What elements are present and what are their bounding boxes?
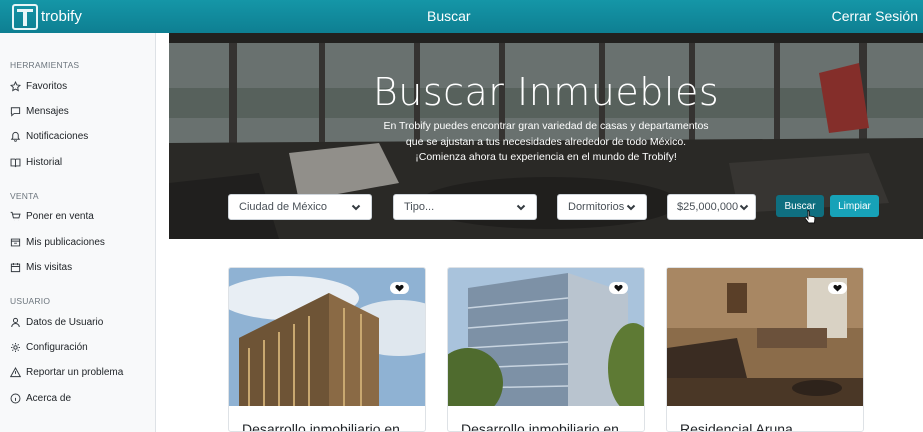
sidebar-item-label: Notificaciones <box>26 130 89 142</box>
star-icon <box>10 80 21 92</box>
property-card[interactable]: Desarrollo inmobiliario en <box>228 267 426 432</box>
inbox-icon <box>10 237 21 248</box>
sidebar-heading-venta: VENTA <box>10 191 39 201</box>
sidebar-item-acerca-de[interactable]: Acerca de <box>10 391 71 405</box>
city-select-value: Ciudad de México <box>239 201 328 213</box>
bell-icon <box>10 131 21 142</box>
property-card[interactable]: Desarrollo inmobiliario en <box>447 267 645 432</box>
sidebar-item-mis-visitas[interactable]: Mis visitas <box>10 260 72 274</box>
warning-icon <box>10 366 21 378</box>
price-select-value: $25,000,000 <box>677 201 739 213</box>
sidebar-item-label: Poner en venta <box>26 210 94 222</box>
top-navbar: trobify Buscar Cerrar Sesión <box>0 0 923 33</box>
price-select[interactable]: $25,000,000 <box>667 194 756 220</box>
sidebar-item-historial[interactable]: Historial <box>10 155 62 169</box>
favorite-heart-icon[interactable] <box>609 282 628 294</box>
bedrooms-select[interactable]: Dormitorios <box>557 194 647 220</box>
sidebar-item-label: Mis visitas <box>26 261 73 273</box>
sidebar-item-label: Acerca de <box>26 392 72 404</box>
search-button[interactable]: Buscar <box>776 195 824 217</box>
sidebar-item-label: Historial <box>26 156 63 168</box>
chevron-down-icon <box>516 202 526 212</box>
message-icon <box>10 106 21 117</box>
hero-description-line: ¡Comienza ahora tu experiencia en el mun… <box>415 151 677 163</box>
hero-title: Buscar Inmuebles <box>372 70 720 114</box>
sidebar-heading-usuario: USUARIO <box>10 296 51 306</box>
chevron-down-icon <box>626 202 636 212</box>
sidebar-item-label: Mis publicaciones <box>26 236 105 248</box>
hero-description: En Trobify puedes encontrar gran varieda… <box>339 119 753 166</box>
property-title[interactable]: Residencial Aruna <box>680 421 793 431</box>
sidebar-item-mensajes[interactable]: Mensajes <box>10 104 69 118</box>
brand-logo[interactable]: trobify <box>12 3 82 30</box>
sidebar-item-label: Datos de Usuario <box>26 316 104 328</box>
sidebar: HERRAMIENTAS Favoritos Mensajes Notifica… <box>0 33 156 432</box>
sidebar-item-favoritos[interactable]: Favoritos <box>10 79 67 93</box>
chevron-down-icon <box>351 202 361 212</box>
sidebar-item-mis-publicaciones[interactable]: Mis publicaciones <box>10 235 105 249</box>
hero-description-line: En Trobify puedes encontrar gran varieda… <box>383 120 709 132</box>
sidebar-item-label: Mensajes <box>26 105 69 117</box>
type-select-value: Tipo... <box>404 201 435 213</box>
bedrooms-select-value: Dormitorios <box>568 201 625 213</box>
hand-cursor-icon <box>804 210 816 224</box>
favorite-heart-icon[interactable] <box>390 282 409 294</box>
hero-banner: Buscar Inmuebles En Trobify puedes encon… <box>169 33 923 239</box>
book-icon <box>10 157 21 168</box>
trobify-logo-icon <box>12 3 38 30</box>
logout-link[interactable]: Cerrar Sesión <box>832 8 918 24</box>
sidebar-heading-herramientas: HERRAMIENTAS <box>10 60 80 70</box>
info-icon <box>10 393 21 404</box>
clear-button[interactable]: Limpiar <box>830 195 879 217</box>
sidebar-item-notificaciones[interactable]: Notificaciones <box>10 129 88 143</box>
hero-description-line: que se ajustan a tus necesidades alreded… <box>405 135 687 148</box>
cart-icon <box>10 211 21 222</box>
sidebar-item-reportar-problema[interactable]: Reportar un problema <box>10 365 123 379</box>
sidebar-item-poner-en-venta[interactable]: Poner en venta <box>10 209 94 223</box>
gear-icon <box>10 342 21 353</box>
sidebar-item-label: Reportar un problema <box>26 366 124 378</box>
sidebar-item-configuracion[interactable]: Configuración <box>10 340 88 354</box>
city-select[interactable]: Ciudad de México <box>228 194 372 220</box>
calendar-icon <box>10 262 21 273</box>
sidebar-item-datos-de-usuario[interactable]: Datos de Usuario <box>10 315 103 329</box>
brand-name: trobify <box>41 8 82 25</box>
sidebar-item-label: Favoritos <box>26 80 68 92</box>
type-select[interactable]: Tipo... <box>393 194 537 220</box>
sidebar-item-label: Configuración <box>26 341 88 353</box>
person-icon <box>10 317 21 328</box>
property-card[interactable]: Residencial Aruna <box>666 267 864 432</box>
favorite-heart-icon[interactable] <box>828 282 847 294</box>
property-title[interactable]: Desarrollo inmobiliario en <box>242 421 400 431</box>
chevron-down-icon <box>739 202 749 212</box>
property-title[interactable]: Desarrollo inmobiliario en <box>461 421 619 431</box>
nav-search-link[interactable]: Buscar <box>427 8 471 24</box>
